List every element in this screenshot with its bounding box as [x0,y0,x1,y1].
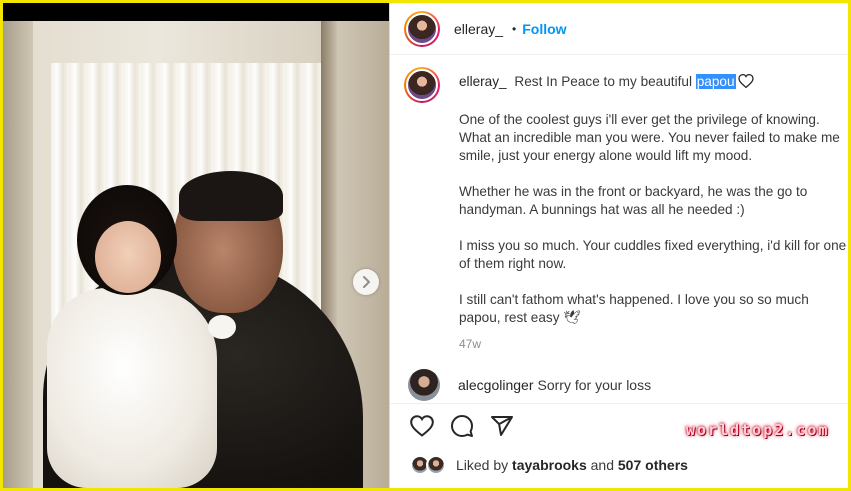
share-button[interactable] [488,412,516,440]
post-header: elleray_ • Follow [390,3,848,55]
comment-icon [451,414,473,437]
comment-item: alecgolinger Sorry for your loss [408,369,651,401]
comment-text-line: alecgolinger Sorry for your loss [458,377,651,393]
author-username[interactable]: elleray_ [454,21,503,37]
caption-paragraph: Whether he was in the front or backyard,… [459,184,808,217]
caption-time-ago[interactable]: 47w [459,335,848,353]
share-icon [491,415,513,436]
commenter-username[interactable]: alecgolinger [458,377,534,393]
caption-paragraph: I still can't fathom what's happened. I … [459,292,809,325]
caption-title-line: elleray_ Rest In Peace to my beautiful p… [459,73,848,91]
chevron-right-icon [363,276,370,288]
post-photo [3,3,389,488]
photo-girl-face [95,221,161,293]
comment-text: Sorry for your loss [537,377,652,393]
likes-prefix: Liked by [456,457,509,473]
caption-highlighted-word: papou [695,74,736,89]
likes-summary: Liked by tayabrooks and 507 others [410,455,688,475]
photo-top-bar [3,3,389,21]
heart-icon [410,414,434,437]
like-button[interactable] [408,412,436,440]
caption-paragraph: I miss you so much. Your cuddles fixed e… [459,238,847,271]
likes-and: and [590,457,614,473]
photo-flower [208,315,236,339]
liker-username[interactable]: tayabrooks [512,457,587,473]
photo-girl-dress [47,288,217,488]
likes-count[interactable]: 507 others [618,457,688,473]
caption-avatar[interactable] [404,67,440,103]
author-avatar[interactable] [404,10,440,47]
comment-button[interactable] [448,412,476,440]
photo-door [3,21,33,488]
header-separator: • [512,21,517,36]
caption-username[interactable]: elleray_ [459,74,507,89]
photo-man-hair [179,171,283,221]
next-photo-button[interactable] [353,269,379,295]
caption-title: Rest In Peace to my beautiful [514,74,692,89]
site-watermark: worldtop2.com [686,421,830,439]
post-window: elleray_ • Follow elleray_ Rest In Peace… [3,3,848,488]
liker-avatar[interactable] [426,455,446,475]
caption-paragraph: One of the coolest guys i'll ever get th… [459,112,840,163]
commenter-avatar[interactable] [408,369,440,401]
post-side-panel: elleray_ • Follow elleray_ Rest In Peace… [389,3,848,488]
caption-body: elleray_ Rest In Peace to my beautiful p… [459,73,848,353]
likes-text: Liked by tayabrooks and 507 others [456,457,688,473]
white-heart-icon [737,74,754,88]
follow-button[interactable]: Follow [522,21,566,37]
